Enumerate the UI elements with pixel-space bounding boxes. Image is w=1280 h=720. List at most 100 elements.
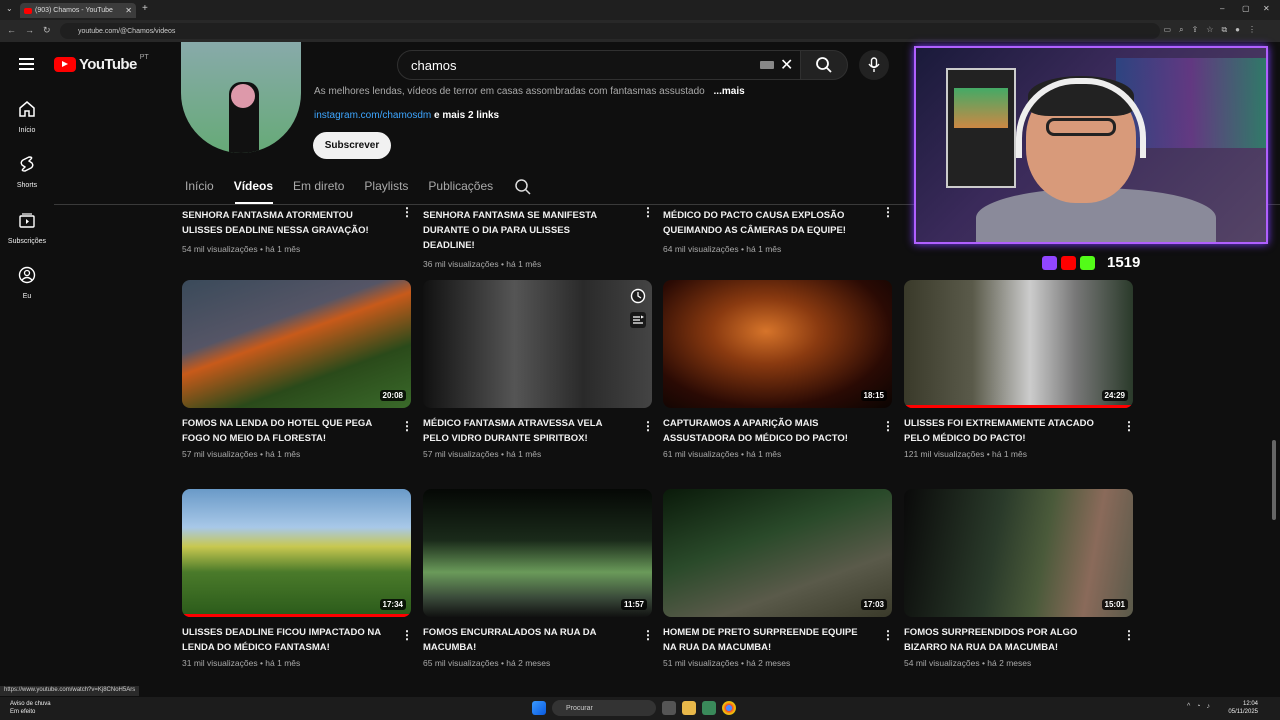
video-card[interactable]: 18:15 CAPTURAMOS A APARIÇÃO MAIS ASSUSTA… bbox=[663, 280, 894, 459]
tab-live[interactable]: Em direto bbox=[293, 179, 344, 193]
more-actions-icon[interactable]: ⋮ bbox=[642, 420, 654, 432]
more-link[interactable]: ...mais bbox=[714, 86, 745, 97]
more-actions-icon[interactable]: ⋮ bbox=[401, 629, 413, 641]
video-card[interactable]: MÉDICO DO PACTO CAUSA EXPLOSÃO QUEIMANDO… bbox=[663, 206, 894, 254]
tab-list-icon[interactable]: ⌄ bbox=[6, 4, 13, 13]
more-actions-icon[interactable]: ⋮ bbox=[401, 206, 413, 218]
store-icon[interactable] bbox=[702, 701, 716, 715]
video-card[interactable]: 17:03 HOMEM DE PRETO SURPREENDE EQUIPE N… bbox=[663, 489, 894, 668]
maximize-icon[interactable]: ▢ bbox=[1242, 4, 1250, 13]
add-to-queue-icon[interactable] bbox=[630, 312, 646, 328]
sidebar-item-you[interactable]: Eu bbox=[0, 266, 54, 300]
video-title[interactable]: HOMEM DE PRETO SURPREENDE EQUIPE NA RUA … bbox=[663, 625, 863, 655]
more-actions-icon[interactable]: ⋮ bbox=[642, 206, 654, 218]
profile-icon[interactable]: ● bbox=[1235, 25, 1240, 35]
channel-search-icon[interactable] bbox=[514, 178, 532, 196]
video-views: 64 mil visualizações bbox=[663, 244, 739, 254]
video-title[interactable]: MÉDICO FANTASMA ATRAVESSA VELA PELO VIDR… bbox=[423, 416, 623, 446]
youtube-logo[interactable]: YouTube PT bbox=[54, 54, 149, 73]
video-title[interactable]: FOMOS NA LENDA DO HOTEL QUE PEGA FOGO NO… bbox=[182, 416, 382, 446]
page-scrollbar[interactable] bbox=[1272, 440, 1276, 520]
video-thumbnail[interactable]: 17:34 bbox=[182, 489, 411, 617]
close-window-icon[interactable]: ✕ bbox=[1263, 4, 1270, 13]
close-tab-icon[interactable]: ✕ bbox=[125, 6, 132, 15]
video-card[interactable]: SENHORA FANTASMA ATORMENTOU ULISSES DEAD… bbox=[182, 206, 413, 254]
subscribe-button[interactable]: Subscrever bbox=[313, 132, 391, 159]
back-icon[interactable]: ← bbox=[7, 25, 16, 35]
video-card[interactable]: 17:34 ULISSES DEADLINE FICOU IMPACTADO N… bbox=[182, 489, 413, 668]
video-card[interactable]: 15:01 FOMOS SURPREENDIDOS POR ALGO BIZAR… bbox=[904, 489, 1135, 668]
video-title[interactable]: FOMOS SURPREENDIDOS POR ALGO BIZARRO NA … bbox=[904, 625, 1104, 655]
more-actions-icon[interactable]: ⋮ bbox=[882, 206, 894, 218]
video-age: há 2 meses bbox=[506, 658, 551, 668]
browser-tab[interactable]: (903) Chamos - YouTube ✕ bbox=[20, 3, 136, 18]
video-title[interactable]: ULISSES FOI EXTREMAMENTE ATACADO PELO MÉ… bbox=[904, 416, 1104, 446]
more-actions-icon[interactable]: ⋮ bbox=[882, 420, 894, 432]
channel-avatar[interactable] bbox=[181, 42, 301, 153]
file-explorer-icon[interactable] bbox=[682, 701, 696, 715]
sidebar-item-home[interactable]: Início bbox=[0, 100, 54, 134]
video-card[interactable]: SENHORA FANTASMA SE MANIFESTA DURANTE O … bbox=[423, 206, 654, 269]
more-actions-icon[interactable]: ⋮ bbox=[401, 420, 413, 432]
watch-later-icon[interactable] bbox=[630, 288, 646, 304]
video-title[interactable]: ULISSES DEADLINE FICOU IMPACTADO NA LEND… bbox=[182, 625, 382, 655]
taskbar-clock[interactable]: 12:04 05/11/2025 bbox=[1228, 700, 1258, 716]
weather-widget[interactable]: Aviso de chuva Em efeito bbox=[10, 700, 51, 716]
zoom-icon[interactable]: ⌕ bbox=[1179, 25, 1183, 35]
taskbar-search[interactable]: Procurar bbox=[552, 700, 656, 716]
video-card[interactable]: 20:08 FOMOS NA LENDA DO HOTEL QUE PEGA F… bbox=[182, 280, 413, 459]
menu-icon[interactable]: ⋮ bbox=[1248, 25, 1256, 35]
reload-icon[interactable]: ↻ bbox=[43, 25, 51, 36]
tray-overflow-icon[interactable]: ^ bbox=[1187, 703, 1190, 710]
tab-videos[interactable]: Vídeos bbox=[234, 179, 273, 193]
video-title[interactable]: SENHORA FANTASMA ATORMENTOU ULISSES DEAD… bbox=[182, 208, 382, 238]
more-actions-icon[interactable]: ⋮ bbox=[642, 629, 654, 641]
video-title[interactable]: MÉDICO DO PACTO CAUSA EXPLOSÃO QUEIMANDO… bbox=[663, 208, 863, 238]
keyboard-icon[interactable] bbox=[760, 61, 774, 69]
video-thumbnail[interactable]: 20:08 bbox=[182, 280, 411, 408]
video-card[interactable]: 11:57 FOMOS ENCURRALADOS NA RUA DA MACUM… bbox=[423, 489, 654, 668]
bookmark-star-icon[interactable]: ☆ bbox=[1206, 25, 1213, 35]
more-actions-icon[interactable]: ⋮ bbox=[882, 629, 894, 641]
url-field[interactable]: youtube.com/@Chamos/videos bbox=[60, 23, 1160, 39]
sidebar-item-subscriptions[interactable]: Subscrições bbox=[0, 211, 54, 245]
video-thumbnail[interactable]: 17:03 bbox=[663, 489, 892, 617]
tab-posts[interactable]: Publicações bbox=[428, 179, 493, 193]
chrome-icon[interactable] bbox=[722, 701, 736, 715]
new-tab-icon[interactable]: + bbox=[142, 3, 148, 14]
tab-playlists[interactable]: Playlists bbox=[364, 179, 408, 193]
minimize-icon[interactable]: – bbox=[1220, 4, 1224, 13]
search-input[interactable]: chamos bbox=[397, 50, 801, 80]
video-thumbnail[interactable] bbox=[423, 280, 652, 408]
more-actions-icon[interactable]: ⋮ bbox=[1123, 629, 1135, 641]
search-button[interactable] bbox=[800, 50, 848, 80]
video-thumbnail[interactable]: 15:01 bbox=[904, 489, 1133, 617]
start-menu-icon[interactable] bbox=[532, 701, 546, 715]
more-actions-icon[interactable]: ⋮ bbox=[1123, 420, 1135, 432]
video-title[interactable]: CAPTURAMOS A APARIÇÃO MAIS ASSUSTADORA D… bbox=[663, 416, 863, 446]
video-card[interactable]: MÉDICO FANTASMA ATRAVESSA VELA PELO VIDR… bbox=[423, 280, 654, 459]
extensions-icon[interactable]: ⧉ bbox=[1221, 25, 1227, 35]
volume-icon[interactable]: ♪ bbox=[1207, 703, 1211, 710]
video-age: há 2 meses bbox=[746, 658, 791, 668]
voice-search-button[interactable] bbox=[859, 50, 889, 80]
video-thumbnail[interactable]: 24:29 bbox=[904, 280, 1133, 408]
task-view-icon[interactable] bbox=[662, 701, 676, 715]
more-links-button[interactable]: e mais 2 links bbox=[434, 110, 499, 121]
video-card[interactable]: 24:29 ULISSES FOI EXTREMAMENTE ATACADO P… bbox=[904, 280, 1135, 459]
tab-home[interactable]: Início bbox=[185, 179, 214, 193]
channel-description[interactable]: As melhores lendas, vídeos de terror em … bbox=[314, 86, 745, 97]
wifi-icon[interactable]: ◔ bbox=[1196, 703, 1200, 710]
forward-icon[interactable]: → bbox=[25, 25, 34, 35]
video-title[interactable]: SENHORA FANTASMA SE MANIFESTA DURANTE O … bbox=[423, 208, 623, 253]
video-title[interactable]: FOMOS ENCURRALADOS NA RUA DA MACUMBA! bbox=[423, 625, 623, 655]
video-thumbnail[interactable]: 11:57 bbox=[423, 489, 652, 617]
share-icon[interactable]: ⇪ bbox=[1192, 25, 1199, 35]
cast-icon[interactable]: ▭ bbox=[1164, 25, 1172, 35]
instagram-link[interactable]: instagram.com/chamosdm bbox=[314, 110, 431, 121]
video-thumbnail[interactable]: 18:15 bbox=[663, 280, 892, 408]
menu-hamburger-icon[interactable] bbox=[19, 58, 34, 70]
sidebar-item-shorts[interactable]: Shorts bbox=[0, 155, 54, 189]
clear-search-icon[interactable]: ✕ bbox=[780, 55, 793, 75]
video-views: 121 mil visualizações bbox=[904, 449, 985, 459]
